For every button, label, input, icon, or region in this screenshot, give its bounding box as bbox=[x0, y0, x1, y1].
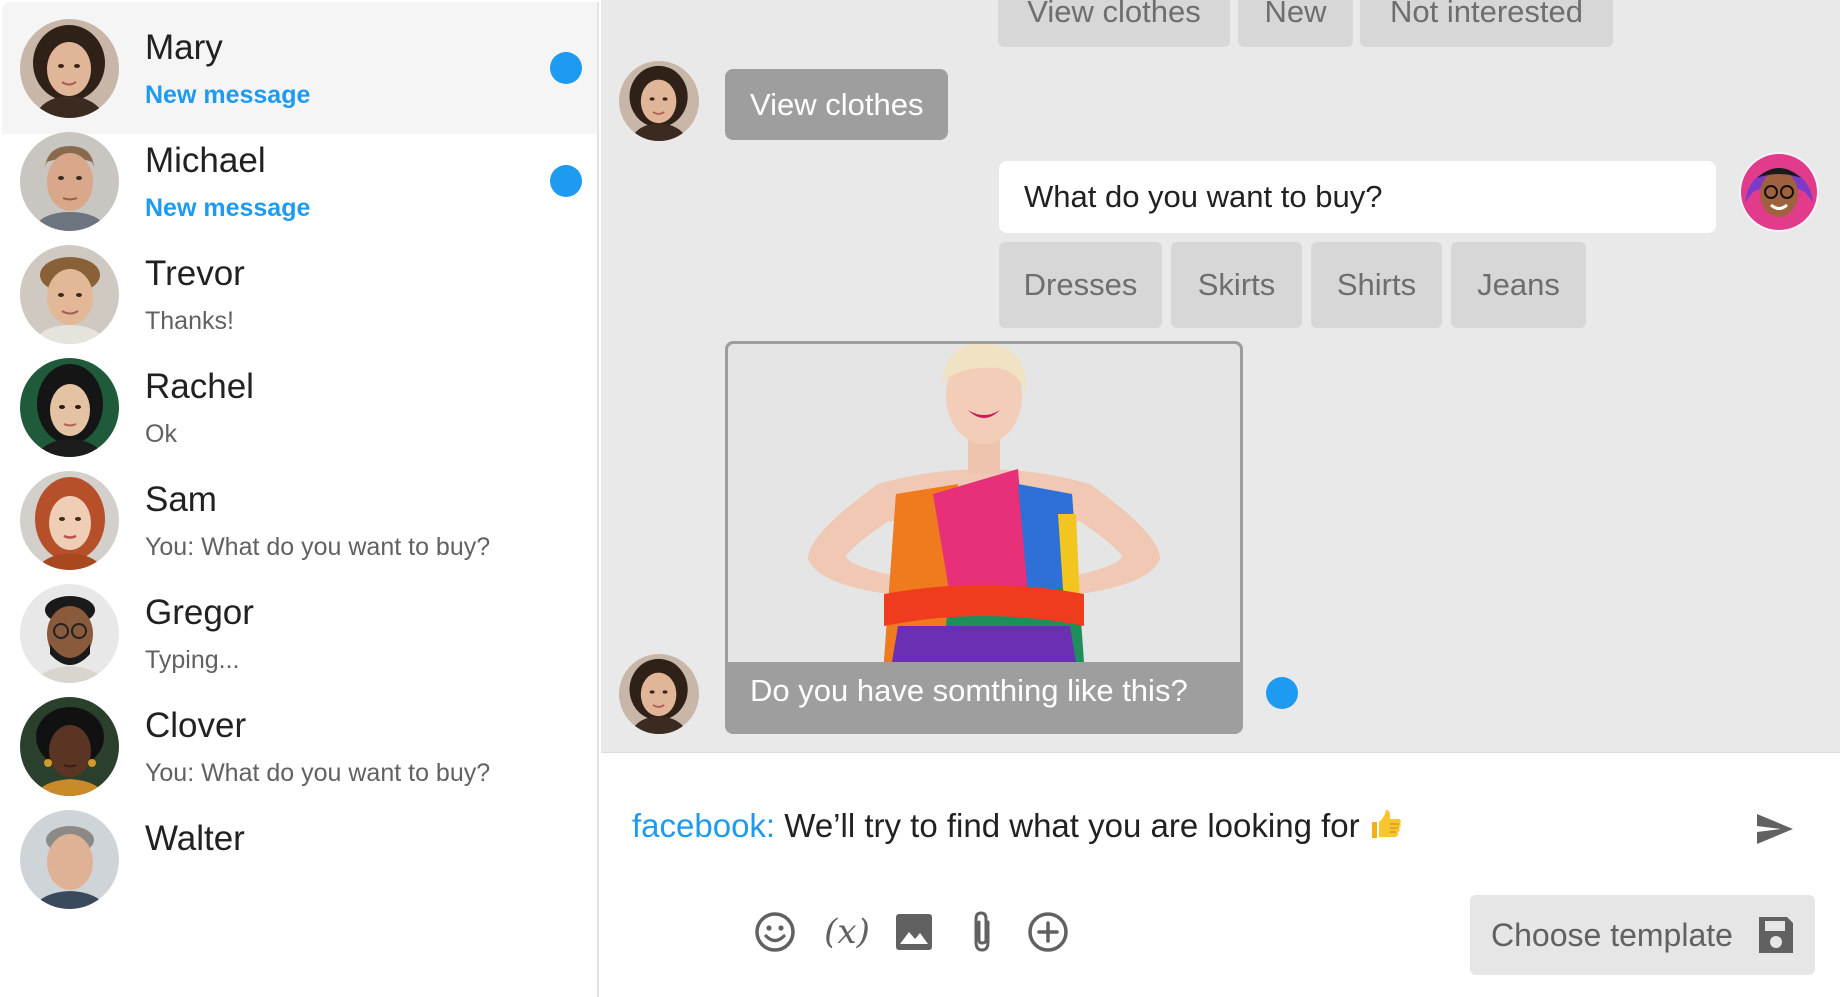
quick-reply-jeans[interactable]: Jeans bbox=[1451, 242, 1586, 328]
quick-reply-shirts[interactable]: Shirts bbox=[1311, 242, 1442, 328]
conversation-item-walter[interactable]: Walter bbox=[2, 793, 597, 925]
customer-message: View clothes bbox=[725, 69, 949, 140]
avatar bbox=[20, 132, 119, 231]
contact-name: Mary bbox=[145, 28, 223, 67]
quick-reply-new[interactable]: New bbox=[1238, 0, 1353, 47]
thumbs-up-emoji bbox=[1369, 807, 1403, 841]
contact-name: Michael bbox=[145, 141, 266, 180]
contact-name: Rachel bbox=[145, 367, 254, 406]
image-caption: Do you have somthing like this? bbox=[750, 673, 1188, 708]
send-button[interactable] bbox=[1751, 805, 1799, 853]
message-preview: New message bbox=[145, 81, 311, 109]
template-label: Choose template bbox=[1491, 916, 1733, 953]
message-preview: New message bbox=[145, 194, 311, 222]
message-input[interactable]: facebook: We’ll try to find what you are… bbox=[632, 807, 1403, 845]
contact-name: Clover bbox=[145, 706, 247, 745]
channel-label: facebook: bbox=[632, 807, 776, 844]
agent-avatar bbox=[1739, 152, 1819, 232]
message-preview: You: What do you want to buy? bbox=[145, 533, 491, 561]
message-preview: Ok bbox=[145, 420, 177, 448]
quick-reply-dresses[interactable]: Dresses bbox=[999, 242, 1162, 328]
avatar bbox=[20, 584, 119, 683]
message-preview: Typing... bbox=[145, 646, 240, 674]
contact-name: Trevor bbox=[145, 254, 245, 293]
message-preview: You: What do you want to buy? bbox=[145, 759, 491, 787]
avatar bbox=[20, 358, 119, 457]
image-icon bbox=[895, 913, 933, 951]
avatar bbox=[20, 245, 119, 344]
unread-indicator bbox=[550, 165, 582, 197]
quick-reply-view-clothes[interactable]: View clothes bbox=[998, 0, 1230, 47]
emoji-button[interactable] bbox=[751, 908, 799, 956]
image-button[interactable] bbox=[890, 908, 938, 956]
paperclip-icon bbox=[968, 910, 996, 954]
avatar bbox=[20, 697, 119, 796]
contact-name: Walter bbox=[145, 819, 245, 858]
variable-button[interactable]: (x) bbox=[817, 908, 877, 956]
avatar bbox=[20, 810, 119, 909]
image-message[interactable]: Do you have somthing like this? bbox=[725, 341, 1243, 734]
conversation-list: Mary New message Michael New message Tre… bbox=[2, 2, 599, 997]
add-circle-icon bbox=[1027, 911, 1069, 953]
attach-button[interactable] bbox=[958, 908, 1006, 956]
chat-thread: View clothes New Not interested View clo… bbox=[601, 0, 1840, 752]
emoji-icon bbox=[754, 911, 796, 953]
quick-reply-not-interested[interactable]: Not interested bbox=[1360, 0, 1613, 47]
messenger-app: Mary New message Michael New message Tre… bbox=[0, 0, 1840, 997]
choose-template-button[interactable]: Choose template bbox=[1470, 895, 1815, 975]
add-button[interactable] bbox=[1024, 908, 1072, 956]
dress-photo[interactable] bbox=[728, 344, 1240, 662]
unread-indicator bbox=[550, 52, 582, 84]
avatar bbox=[20, 471, 119, 570]
message-composer: facebook: We’ll try to find what you are… bbox=[601, 752, 1840, 997]
send-icon bbox=[1755, 812, 1795, 846]
customer-avatar bbox=[619, 654, 699, 734]
message-preview: Thanks! bbox=[145, 307, 234, 335]
save-icon bbox=[1757, 915, 1795, 955]
avatar bbox=[20, 19, 119, 118]
agent-message: What do you want to buy? bbox=[999, 161, 1716, 233]
variable-icon: (x) bbox=[824, 912, 870, 952]
quick-reply-skirts[interactable]: Skirts bbox=[1171, 242, 1302, 328]
draft-text: We’ll try to find what you are looking f… bbox=[784, 807, 1360, 844]
contact-name: Gregor bbox=[145, 593, 254, 632]
contact-name: Sam bbox=[145, 480, 217, 519]
message-status-indicator bbox=[1266, 677, 1298, 709]
customer-avatar bbox=[619, 61, 699, 141]
